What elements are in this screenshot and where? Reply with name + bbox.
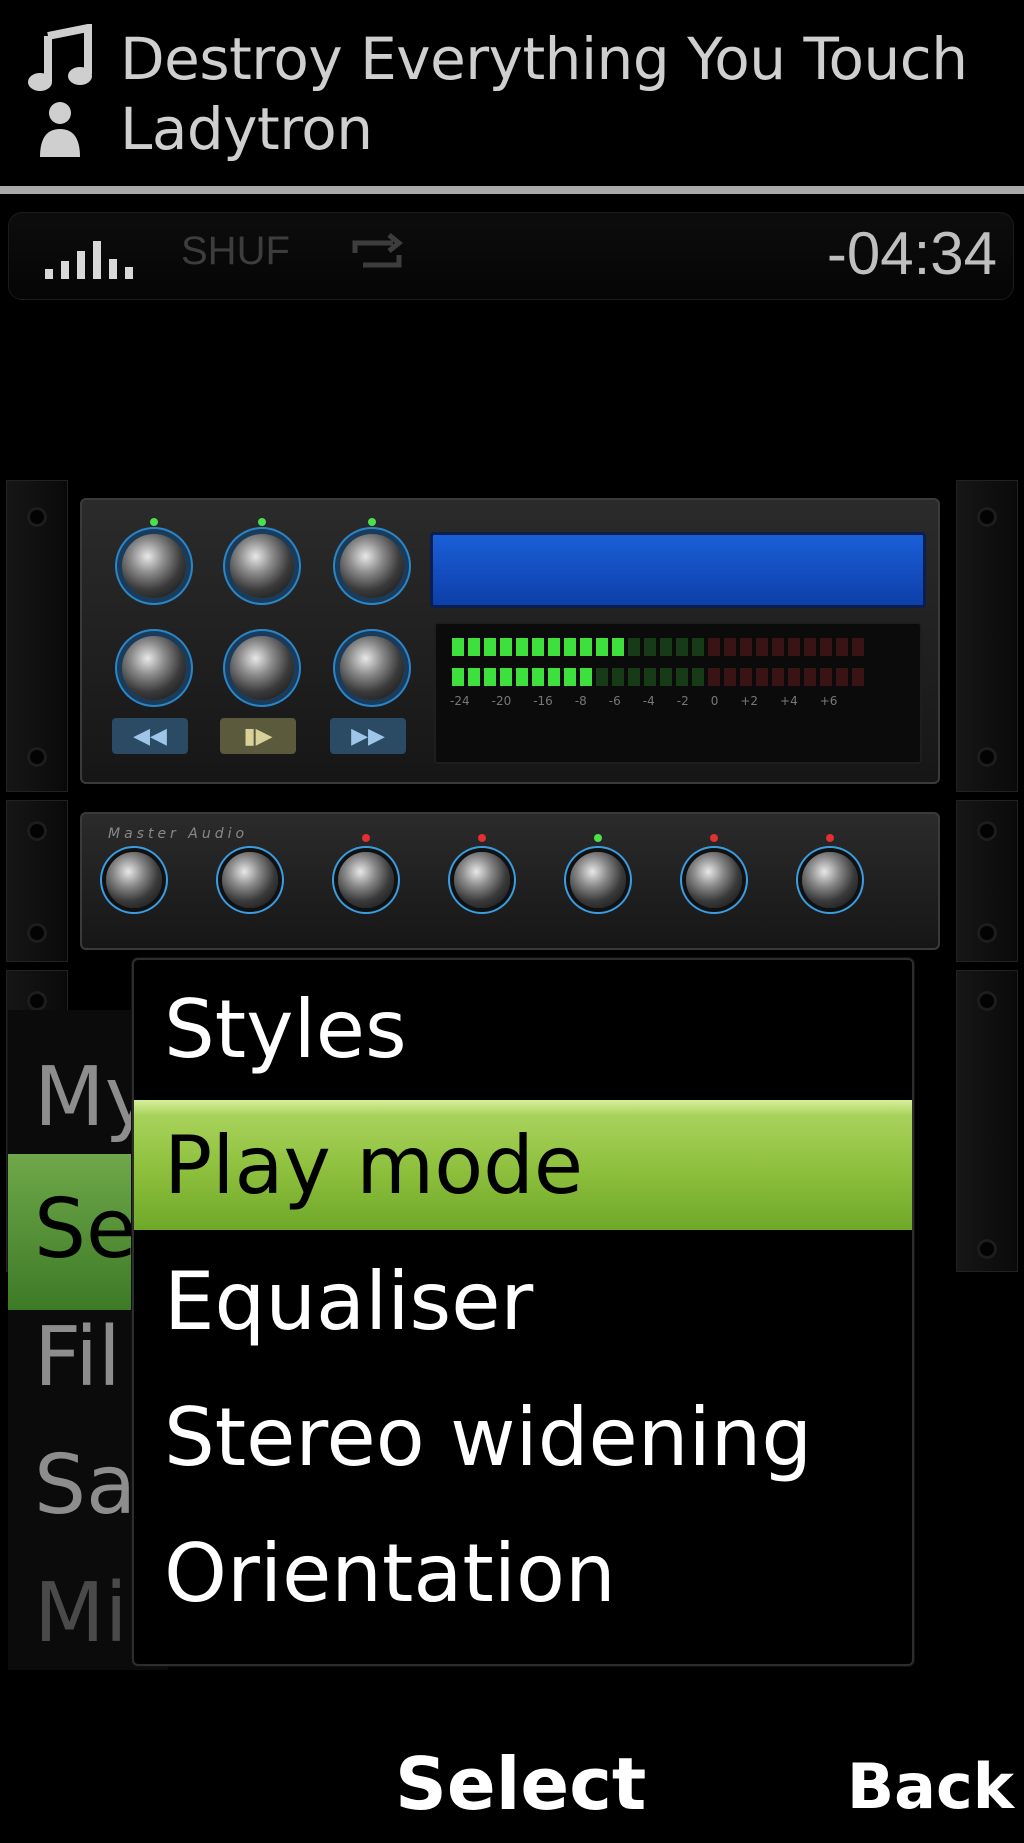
lcd-display [430,532,926,608]
status-led [362,834,370,842]
options-menu-item[interactable]: Sa [34,1438,136,1533]
now-playing-header: Destroy Everything You Touch Ladytron [0,0,1024,186]
status-led [710,834,718,842]
status-led [594,834,602,842]
header-divider [0,186,1024,194]
eq-knob[interactable] [230,534,294,598]
artist-row: Ladytron [0,94,373,164]
play-pause-icon[interactable]: ▮▶ [220,718,296,754]
repeat-icon[interactable] [349,231,405,279]
track-row: Destroy Everything You Touch [0,24,968,94]
master-audio-knob[interactable] [338,852,394,908]
vu-meter: -24 -20 -16 -8 -6 -4 -2 0 +2 +4 +6 [434,622,922,764]
back-softkey[interactable]: Back [847,1750,1014,1823]
track-title: Destroy Everything You Touch [120,25,968,93]
status-led [478,834,486,842]
eq-knob[interactable] [340,636,404,700]
softkey-bar: Select Back [0,1714,1024,1843]
settings-submenu: Styles Play mode Equaliser Stereo wideni… [132,958,914,1666]
menu-item-play-mode[interactable]: Play mode [134,1100,912,1230]
eq-knob[interactable] [122,534,186,598]
master-audio-label: Master Audio [108,826,249,842]
master-audio-knob[interactable] [686,852,742,908]
master-audio-knob[interactable] [106,852,162,908]
select-softkey[interactable]: Select [395,1742,646,1826]
music-note-icon [0,24,120,94]
status-bar: SHUF -04:34 [8,212,1014,300]
master-audio-knob[interactable] [222,852,278,908]
master-audio-knob[interactable] [570,852,626,908]
rack-rail-left [6,480,68,792]
menu-item-styles[interactable]: Styles [134,964,912,1094]
eq-knob[interactable] [230,636,294,700]
time-remaining: -04:34 [826,220,997,287]
options-menu-item[interactable]: Se [34,1182,137,1277]
eq-rack-unit: ◀◀ ▮▶ ▶▶ -24 -20 -16 -8 -6 -4 -2 0 +2 +4 +6 [80,498,940,784]
eq-knob[interactable] [340,534,404,598]
rack-rail-right [956,480,1018,792]
menu-item-equaliser[interactable]: Equaliser [134,1236,912,1366]
artist-name: Ladytron [120,95,373,163]
rack-rail-right [956,970,1018,1272]
rack-rail-right [956,800,1018,962]
status-led [826,834,834,842]
eq-knob[interactable] [122,636,186,700]
fast-forward-icon[interactable]: ▶▶ [330,718,406,754]
menu-item-orientation[interactable]: Orientation [134,1508,912,1638]
master-audio-knob[interactable] [802,852,858,908]
options-menu-item[interactable]: Mi [34,1566,128,1661]
master-audio-knob[interactable] [454,852,510,908]
menu-item-stereo-widening[interactable]: Stereo widening [134,1372,912,1502]
person-icon [0,99,120,159]
rack-rail-left [6,800,68,962]
shuffle-indicator[interactable]: SHUF [181,229,290,274]
options-menu-item[interactable]: Fil [34,1310,121,1405]
rewind-icon[interactable]: ◀◀ [112,718,188,754]
signal-bars-icon [45,237,133,279]
